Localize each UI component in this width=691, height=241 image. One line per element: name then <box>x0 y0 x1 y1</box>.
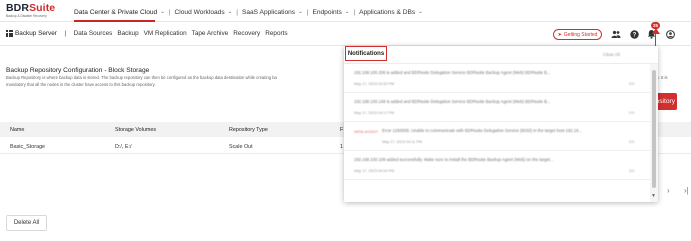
sub-nav-recovery[interactable]: Recovery <box>233 30 260 37</box>
menu-item-saas-applications[interactable]: SaaS Applications ⌄ <box>242 9 303 16</box>
notifications-title: Notifications <box>345 46 387 61</box>
sub-nav-tape-archive[interactable]: Tape Archive <box>192 30 229 37</box>
menu-item-data-center[interactable]: Data Center & Private Cloud ⌄ <box>74 8 165 22</box>
notifications-divider <box>344 63 658 64</box>
pager-last-button[interactable]: ›| <box>684 186 689 195</box>
clear-all-link[interactable]: Clear All <box>603 52 620 57</box>
chevron-down-icon: ⌄ <box>298 9 303 15</box>
sub-nav-backup[interactable]: Backup <box>117 30 138 37</box>
chevron-down-icon: ⌄ <box>344 9 350 15</box>
column-header-repository-type[interactable]: Repository Type <box>229 127 268 133</box>
brand-logo[interactable]: BDRSuite Backup & Disaster Recovery <box>6 3 55 19</box>
grid-menu-icon[interactable] <box>6 30 13 37</box>
pager-next-button[interactable]: › <box>667 186 670 195</box>
logo-tagline: Backup & Disaster Recovery <box>6 14 47 18</box>
sub-nav: Backup Server | Data Sources Backup VM R… <box>6 30 293 37</box>
logo-name-accent: Suite <box>29 2 56 14</box>
notification-text: 192.168.100.109 added successfully. Make… <box>354 157 554 162</box>
sub-nav-data-sources[interactable]: Data Sources <box>74 30 113 37</box>
menu-separator: | <box>353 8 356 16</box>
menu-separator: | <box>168 8 171 16</box>
top-navigation-bar: BDRSuite Backup & Disaster Recovery Data… <box>0 0 691 22</box>
notification-tag: WEB-AGENT <box>354 129 379 134</box>
getting-started-label: Getting Started <box>563 31 598 38</box>
menu-item-label: Endpoints <box>312 8 342 16</box>
help-icon[interactable]: ? <box>629 29 639 39</box>
column-header-storage-volumes[interactable]: Storage Volumes <box>115 127 156 133</box>
notification-text: 192.168.100.206 is added and BDRsuite De… <box>354 70 551 75</box>
notification-time: May 17, 2023 04:04 PM <box>354 169 395 173</box>
main-menu: Data Center & Private Cloud ⌄ | Cloud Wor… <box>74 6 423 22</box>
notification-item[interactable]: 192.168.100.206 is added and BDRsuite De… <box>344 65 650 93</box>
notification-text: Error 1260005: Unable to communicate wit… <box>382 128 582 133</box>
notification-source-icon: DS <box>629 81 635 86</box>
description-line: mandatory that all the nodes in the clus… <box>6 81 156 87</box>
logo-name-main: BDR <box>6 2 30 14</box>
scroll-down-icon[interactable]: ▼ <box>651 193 656 199</box>
notification-item[interactable] <box>344 181 650 202</box>
svg-text:?: ? <box>632 32 636 38</box>
cell-storage-volumes: D:/, E:/ <box>115 144 132 150</box>
menu-item-label: Data Center & Private Cloud <box>74 8 158 16</box>
cell-repository-type: Scale Out <box>229 144 253 150</box>
sub-nav-vm-replication[interactable]: VM Replication <box>144 30 187 37</box>
menu-item-cloud-workloads[interactable]: Cloud Workloads ⌄ <box>175 9 233 16</box>
menu-separator: | <box>236 8 238 16</box>
sub-nav-separator: | <box>64 30 67 37</box>
menu-item-label: Applications & DBs <box>359 8 416 16</box>
sub-nav-title[interactable]: Backup Server <box>15 30 57 37</box>
chevron-down-icon: ⌄ <box>418 9 423 15</box>
notification-time: May 17, 2023 04:11 PM <box>382 140 423 144</box>
notification-item[interactable]: WEB-AGENT Error 1260005: Unable to commu… <box>344 123 650 151</box>
notification-text: 192.168.100.148 is added and BDRsuite De… <box>354 99 551 104</box>
cell-name: Basic_Storage <box>10 144 46 150</box>
notification-source-icon: DS <box>629 168 635 173</box>
notification-source-icon: DS <box>629 110 635 115</box>
notification-source-icon: DS <box>629 139 635 144</box>
menu-item-label: SaaS Applications <box>241 8 296 16</box>
menu-item-applications-dbs[interactable]: Applications & DBs ⌄ <box>359 9 423 16</box>
page-description: Backup Repository is where backup data i… <box>6 75 346 88</box>
chevron-down-icon: ⌄ <box>160 9 165 15</box>
user-icon[interactable] <box>665 29 675 39</box>
column-header-name[interactable]: Name <box>10 127 24 133</box>
notifications-scrollbar[interactable]: ▼ <box>650 64 658 202</box>
sub-nav-reports[interactable]: Reports <box>265 30 287 37</box>
menu-item-endpoints[interactable]: Endpoints ⌄ <box>312 9 349 16</box>
column-header-partial[interactable]: F <box>340 127 343 133</box>
notifications-panel: Notifications Clear All 192.168.100.206 … <box>344 46 658 202</box>
users-icon[interactable] <box>611 29 621 39</box>
scrollbar-thumb[interactable] <box>652 70 656 188</box>
page-title: Backup Repository Configuration - Block … <box>6 67 150 74</box>
delete-all-button[interactable]: Delete All <box>6 215 47 231</box>
chevron-down-icon: ⌄ <box>227 9 233 15</box>
menu-separator: | <box>306 8 309 16</box>
rocket-icon: ➤ <box>557 31 562 38</box>
getting-started-button[interactable]: ➤ Getting Started <box>553 29 602 40</box>
notification-item[interactable]: 192.168.100.109 added successfully. Make… <box>344 152 650 180</box>
menu-item-label: Cloud Workloads <box>174 8 225 16</box>
cell-partial: 1 <box>340 144 343 150</box>
notification-time: May 17, 2023 04:52 PM <box>354 82 395 86</box>
notification-item[interactable]: 192.168.100.148 is added and BDRsuite De… <box>344 94 650 122</box>
logo-wordmark: BDRSuite <box>6 3 55 14</box>
add-repository-label: ository <box>655 98 675 105</box>
notification-time: May 17, 2023 04:17 PM <box>354 111 395 115</box>
